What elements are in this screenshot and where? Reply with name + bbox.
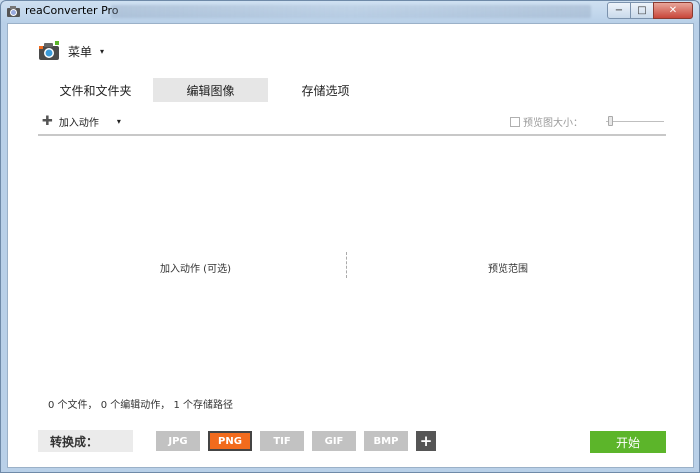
menu-button[interactable]: 菜单 ▾ [38,40,104,62]
preview-size-slider[interactable] [606,116,664,128]
format-gif-button[interactable]: GIF [312,431,356,451]
camera-icon [39,41,59,60]
tab-edit-images[interactable]: 编辑图像 [153,78,268,102]
app-window: reaConverter Pro − □ ✕ 菜单 ▾ 文件和文件夹 编辑图像 … [0,0,700,473]
format-selector: JPG PNG TIF GIF BMP + [156,431,436,451]
window-controls: − □ ✕ [607,2,693,19]
format-tif-button[interactable]: TIF [260,431,304,451]
actions-pane-label: 加入动作 (可选) [160,264,231,275]
add-action-button[interactable]: ✚ 加入动作 ▾ [42,114,121,129]
maximize-button[interactable]: □ [630,2,654,19]
add-format-button[interactable]: + [416,431,436,451]
title-bar[interactable]: reaConverter Pro − □ ✕ [1,1,699,23]
window-title: reaConverter Pro [25,4,119,17]
preview-size-label: 预览图大小： [523,118,583,129]
chevron-down-icon: ▾ [116,117,121,126]
tab-saving-options[interactable]: 存储选项 [268,78,383,102]
start-button[interactable]: 开始 [590,431,666,453]
main-panel: 菜单 ▾ 文件和文件夹 编辑图像 存储选项 ✚ 加入动作 ▾ 预览图大小： 加入… [7,23,694,468]
tab-bar: 文件和文件夹 编辑图像 存储选项 [38,78,383,102]
preview-pane-label: 预览范围 [488,264,528,275]
slider-thumb[interactable] [608,116,613,126]
actions-toolbar: ✚ 加入动作 ▾ 预览图大小： [38,110,666,136]
format-png-button[interactable]: PNG [208,431,252,451]
minimize-button[interactable]: − [607,2,631,19]
chevron-down-icon: ▾ [100,46,105,56]
status-summary: 0 个文件， 0 个编辑动作， 1 个存储路径 [48,400,233,411]
preview-size-checkbox[interactable] [510,116,520,127]
format-jpg-button[interactable]: JPG [156,431,200,451]
convert-to-label: 转换成： [38,430,133,452]
add-action-label: 加入动作 [58,118,99,129]
app-icon [7,6,20,17]
close-button[interactable]: ✕ [653,2,693,19]
tab-files-folders[interactable]: 文件和文件夹 [38,78,153,102]
slider-track [606,121,664,122]
menu-label: 菜单 [68,44,93,59]
pane-divider[interactable] [346,252,347,278]
preview-size-toggle[interactable]: 预览图大小： [510,114,583,129]
title-path-blurred [111,5,591,18]
format-bmp-button[interactable]: BMP [364,431,408,451]
plus-icon: ✚ [42,114,53,129]
